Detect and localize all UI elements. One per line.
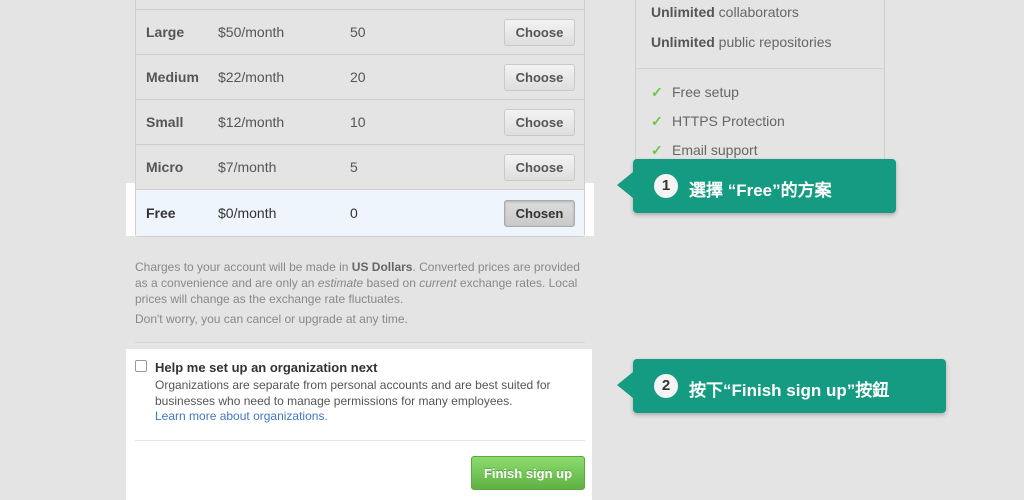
plan-row-free: Free $0/month 0 Chosen	[136, 189, 584, 236]
divider	[636, 68, 884, 69]
learn-more-organizations-link[interactable]: Learn more about organizations.	[155, 409, 328, 423]
divider	[135, 440, 585, 441]
plan-name: Medium	[146, 69, 199, 85]
plan-price: $50/month	[218, 24, 285, 40]
finish-sign-up-button[interactable]: Finish sign up	[471, 456, 585, 490]
plan-row-micro: Micro $7/month 5 Choose	[136, 144, 584, 189]
plan-price: $0/month	[218, 205, 277, 221]
choose-medium-button[interactable]: Choose	[504, 63, 575, 91]
plan-price: $22/month	[218, 69, 285, 85]
plan-name: Small	[146, 114, 184, 130]
step-number-badge: 1	[654, 174, 678, 198]
check-icon: ✓	[651, 142, 663, 158]
organization-description: Organizations are separate from personal…	[155, 378, 551, 408]
plan-repos: 20	[350, 69, 366, 85]
choose-small-button[interactable]: Choose	[504, 108, 575, 136]
divider	[135, 342, 585, 343]
chosen-free-button[interactable]: Chosen	[504, 199, 575, 227]
choose-large-button[interactable]: Choose	[504, 18, 575, 46]
step-number-badge: 2	[654, 374, 678, 398]
feature-collaborators: Unlimited collaborators	[651, 4, 799, 20]
callout-text: 按下“Finish sign up”按鈕	[689, 381, 890, 400]
plan-features-panel: Unlimited collaborators Unlimited public…	[635, 0, 885, 170]
plan-row-medium: Medium $22/month 20 Choose	[136, 54, 584, 99]
organization-title: Help me set up an organization next	[155, 360, 378, 375]
callout-text: 選擇 “Free”的方案	[689, 181, 832, 200]
organization-section: Help me set up an organization next Orga…	[126, 349, 592, 500]
billing-notes: Charges to your account will be made in …	[135, 259, 590, 327]
check-icon: ✓	[651, 113, 663, 129]
choose-micro-button[interactable]: Choose	[504, 153, 575, 181]
plan-repos: 0	[350, 205, 358, 221]
plan-repos: 10	[350, 114, 366, 130]
currency-note: Charges to your account will be made in …	[135, 260, 580, 306]
plan-price: $12/month	[218, 114, 285, 130]
plan-price: $7/month	[218, 159, 277, 175]
plan-repos: 5	[350, 159, 358, 175]
plan-row-large: Large $50/month 50 Choose	[136, 9, 584, 54]
plan-row-small: Small $12/month 10 Choose	[136, 99, 584, 144]
feature-item: ✓ HTTPS Protection	[651, 113, 785, 129]
check-icon: ✓	[651, 84, 663, 100]
feature-public-repos: Unlimited public repositories	[651, 34, 832, 50]
feature-item: ✓ Email support	[651, 142, 758, 158]
organization-checkbox[interactable]	[135, 360, 147, 372]
plan-name: Large	[146, 24, 185, 40]
plans-table: Large $50/month 50 Choose Medium $22/mon…	[135, 0, 585, 237]
plan-name: Free	[146, 205, 176, 221]
plan-repos: 50	[350, 24, 366, 40]
callout-step-1: 1 選擇 “Free”的方案	[617, 159, 896, 213]
callout-step-2: 2 按下“Finish sign up”按鈕	[617, 359, 946, 413]
plan-row-partial	[136, 0, 584, 9]
plan-name: Micro	[146, 159, 184, 175]
feature-item: ✓ Free setup	[651, 84, 739, 100]
cancel-note: Don't worry, you can cancel or upgrade a…	[135, 312, 408, 326]
